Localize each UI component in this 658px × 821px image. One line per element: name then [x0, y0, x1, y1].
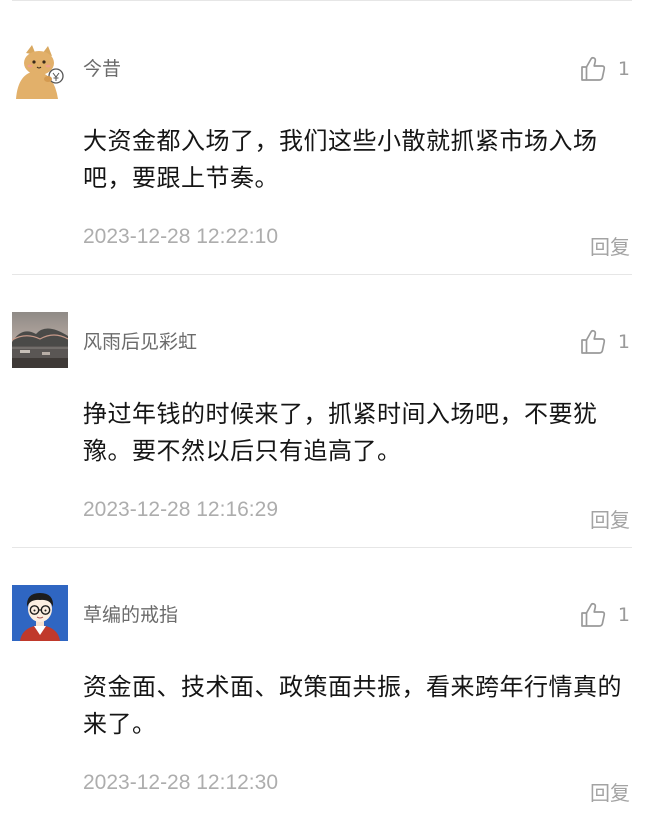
like-count: 1 [617, 331, 630, 353]
comment-username[interactable]: 今昔 [83, 54, 121, 81]
top-divider [12, 0, 632, 1]
like-button[interactable]: 1 [579, 601, 630, 629]
comment-divider [12, 547, 632, 548]
thumbs-up-icon [581, 56, 606, 81]
avatar[interactable] [12, 43, 68, 99]
comment-text: 大资金都入场了，我们这些小散就抓紧市场入场吧，要跟上节奏。 [83, 127, 598, 192]
cartoon-cat-avatar-icon [12, 43, 68, 99]
reply-button[interactable]: 回复 [590, 231, 630, 260]
comment-item: 草编的戒指 1 资金面、技术面、政策面共振，看来跨年行情真的来了。 2023-1… [0, 551, 658, 821]
avatar[interactable] [12, 312, 68, 368]
comment-item: 风雨后见彩虹 1 挣过年钱的时候来了，抓紧时间入场吧，不要犹豫。要不然以后只有追… [0, 278, 658, 548]
reply-button[interactable]: 回复 [590, 504, 630, 533]
thumbs-up-icon [581, 329, 606, 354]
comment-timestamp: 2023-12-28 12:12:30 [83, 771, 278, 794]
like-count: 1 [617, 604, 630, 626]
comment-username[interactable]: 风雨后见彩虹 [83, 327, 197, 354]
comment-item: 今昔 1 大资金都入场了，我们这些小散就抓紧市场入场吧，要跟上节奏。 2023-… [0, 5, 658, 275]
like-button[interactable]: 1 [579, 328, 630, 356]
comment-timestamp: 2023-12-28 12:22:10 [83, 225, 278, 248]
comment-username[interactable]: 草编的戒指 [83, 600, 178, 627]
cartoon-glasses-boy-avatar-icon [12, 585, 68, 641]
comment-text: 挣过年钱的时候来了，抓紧时间入场吧，不要犹豫。要不然以后只有追高了。 [83, 400, 598, 465]
comment-timestamp: 2023-12-28 12:16:29 [83, 498, 278, 521]
comment-divider [12, 274, 632, 275]
thumbs-up-icon [581, 602, 606, 627]
like-button[interactable]: 1 [579, 55, 630, 83]
reply-button[interactable]: 回复 [590, 777, 630, 806]
like-count: 1 [617, 58, 630, 80]
comment-text: 资金面、技术面、政策面共振，看来跨年行情真的来了。 [83, 673, 622, 738]
lake-landscape-avatar-icon [12, 312, 68, 368]
avatar[interactable] [12, 585, 68, 641]
